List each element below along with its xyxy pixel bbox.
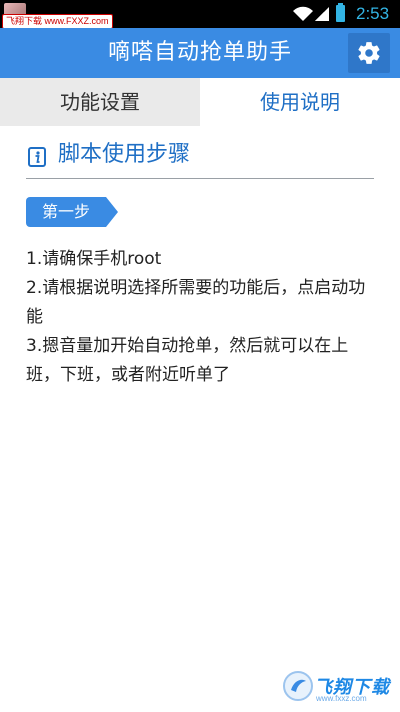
gear-icon bbox=[358, 42, 380, 64]
app-title: 嘀嗒自动抢单助手 bbox=[107, 40, 292, 65]
status-bar: 飞翔下载 www.FXXZ.com 2:53 bbox=[0, 0, 400, 29]
tab-bar: 功能设置 使用说明 bbox=[0, 78, 400, 126]
section-title: 脚本使用步骤 bbox=[58, 142, 191, 167]
step-label: 第一步 bbox=[41, 202, 90, 221]
tab-instructions[interactable]: 使用说明 bbox=[200, 78, 400, 126]
status-time: 2:53 bbox=[356, 4, 390, 23]
instruction-item: 3.摁音量加开始自动抢单，然后就可以在上班，下班，或者附近听单了 bbox=[26, 336, 349, 385]
signal-icon bbox=[315, 7, 329, 21]
app-bar: 嘀嗒自动抢单助手 bbox=[0, 28, 400, 78]
tab-function-settings[interactable]: 功能设置 bbox=[0, 78, 200, 126]
instruction-item: 1.请确保手机root bbox=[26, 249, 162, 269]
site-logo-watermark: 飞翔下载 www.fxxz.com bbox=[280, 666, 396, 706]
wifi-icon bbox=[293, 6, 313, 21]
info-icon bbox=[28, 147, 46, 167]
settings-button[interactable] bbox=[348, 33, 390, 73]
site-watermark: 飞翔下载 www.FXXZ.com bbox=[2, 14, 113, 29]
step-badge: 第一步 bbox=[26, 197, 118, 227]
instructions-list: 1.请确保手机root 2.请根据说明选择所需要的功能后，点启动功能 3.摁音量… bbox=[26, 245, 378, 390]
watermark-url: www.fxxz.com bbox=[316, 694, 367, 703]
instruction-item: 2.请根据说明选择所需要的功能后，点启动功能 bbox=[26, 278, 366, 327]
battery-icon bbox=[336, 3, 345, 22]
section-header: 脚本使用步骤 bbox=[26, 138, 374, 179]
logo-icon bbox=[283, 671, 313, 701]
